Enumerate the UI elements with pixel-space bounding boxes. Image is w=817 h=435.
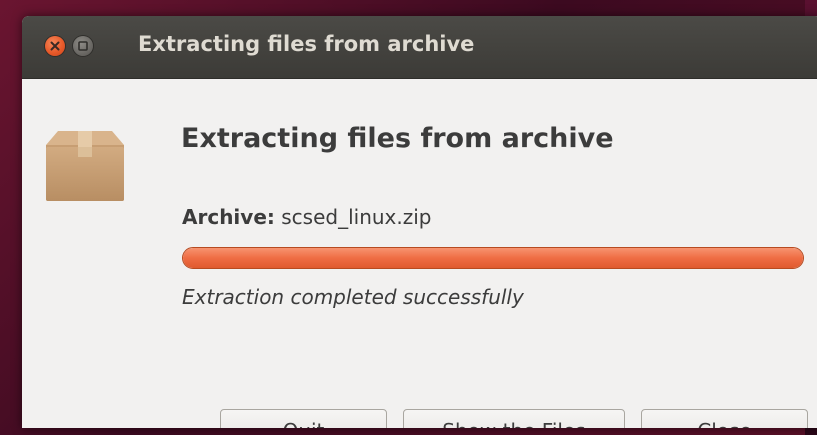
- window-close-button[interactable]: [45, 36, 65, 56]
- extract-dialog-window: Extracting files from archive Extracting…: [22, 16, 817, 428]
- close-icon: [50, 41, 60, 51]
- archive-filename: scsed_linux.zip: [281, 205, 432, 229]
- show-files-button[interactable]: Show the Files: [403, 409, 625, 428]
- window-minimize-button[interactable]: [73, 36, 93, 56]
- minimize-icon: [78, 41, 88, 51]
- status-message: Extraction completed successfully: [182, 285, 524, 309]
- window-title: Extracting files from archive: [138, 32, 475, 56]
- dialog-heading: Extracting files from archive: [181, 123, 614, 154]
- dialog-content: Extracting files from archive Archive: s…: [22, 79, 817, 428]
- titlebar: Extracting files from archive: [22, 16, 817, 79]
- quit-button[interactable]: Quit: [220, 409, 387, 428]
- progress-fill: [183, 248, 803, 268]
- archive-label: Archive:: [182, 205, 275, 229]
- package-icon: [40, 123, 130, 209]
- close-button[interactable]: Close: [641, 409, 808, 428]
- extraction-progress-bar: [182, 247, 804, 269]
- archive-info: Archive: scsed_linux.zip: [182, 205, 432, 229]
